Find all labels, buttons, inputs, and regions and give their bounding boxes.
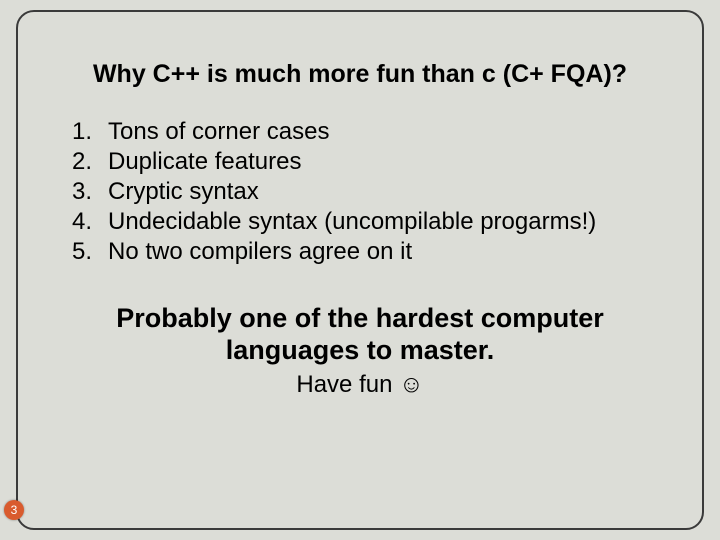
slide-subtitle: Probably one of the hardest computer lan…: [48, 303, 672, 367]
list-item-number: 2.: [64, 147, 98, 177]
slide-title: Why C++ is much more fun than c (C+ FQA)…: [48, 60, 672, 89]
list-item: 4. Undecidable syntax (uncompilable prog…: [64, 207, 672, 237]
list-item: 3. Cryptic syntax: [64, 177, 672, 207]
list-item-text: Undecidable syntax (uncompilable progarm…: [98, 207, 672, 237]
list-item: 2. Duplicate features: [64, 147, 672, 177]
list-item-text: No two compilers agree on it: [98, 237, 672, 267]
slide-closing: Have fun ☺: [48, 371, 672, 399]
list-item: 1. Tons of corner cases: [64, 117, 672, 147]
list-item-number: 1.: [64, 117, 98, 147]
list-item: 5. No two compilers agree on it: [64, 237, 672, 267]
list-item-text: Tons of corner cases: [98, 117, 672, 147]
slide-content: Why C++ is much more fun than c (C+ FQA)…: [48, 60, 672, 399]
list-item-text: Cryptic syntax: [98, 177, 672, 207]
numbered-list: 1. Tons of corner cases 2. Duplicate fea…: [64, 117, 672, 267]
list-item-number: 4.: [64, 207, 98, 237]
page-number-badge: 3: [4, 500, 24, 520]
list-item-text: Duplicate features: [98, 147, 672, 177]
list-item-number: 3.: [64, 177, 98, 207]
list-item-number: 5.: [64, 237, 98, 267]
